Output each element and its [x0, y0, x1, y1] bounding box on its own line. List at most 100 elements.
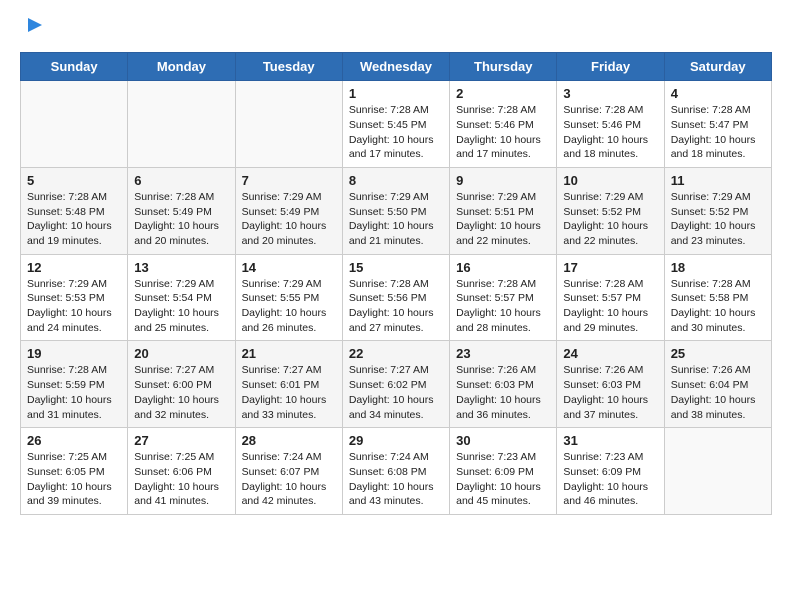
calendar-empty-cell: [664, 428, 771, 515]
day-info: Sunrise: 7:28 AMSunset: 5:57 PMDaylight:…: [456, 277, 550, 336]
calendar-empty-cell: [128, 81, 235, 168]
calendar-day-13: 13 Sunrise: 7:29 AMSunset: 5:54 PMDayligh…: [128, 254, 235, 341]
day-info: Sunrise: 7:28 AMSunset: 5:58 PMDaylight:…: [671, 277, 765, 336]
day-info: Sunrise: 7:24 AMSunset: 6:07 PMDaylight:…: [242, 450, 336, 509]
day-number: 1: [349, 86, 443, 101]
day-info: Sunrise: 7:23 AMSunset: 6:09 PMDaylight:…: [456, 450, 550, 509]
day-info: Sunrise: 7:28 AMSunset: 5:46 PMDaylight:…: [456, 103, 550, 162]
day-number: 14: [242, 260, 336, 275]
weekday-header-monday: Monday: [128, 53, 235, 81]
day-number: 19: [27, 346, 121, 361]
weekday-header-tuesday: Tuesday: [235, 53, 342, 81]
day-info: Sunrise: 7:24 AMSunset: 6:08 PMDaylight:…: [349, 450, 443, 509]
day-number: 20: [134, 346, 228, 361]
calendar-day-23: 23 Sunrise: 7:26 AMSunset: 6:03 PMDayligh…: [450, 341, 557, 428]
day-info: Sunrise: 7:28 AMSunset: 5:47 PMDaylight:…: [671, 103, 765, 162]
calendar-day-24: 24Sunrise: 7:26 AMSunset: 6:03 PMDayligh…: [557, 341, 664, 428]
logo-arrow-icon: [24, 14, 46, 36]
day-number: 28: [242, 433, 336, 448]
day-number: 2: [456, 86, 550, 101]
calendar-table: SundayMondayTuesdayWednesdayThursdayFrid…: [20, 52, 772, 515]
calendar-day-1: 1 Sunrise: 7:28 AMSunset: 5:45 PMDaylight…: [342, 81, 449, 168]
day-number: 17: [563, 260, 657, 275]
day-number: 7: [242, 173, 336, 188]
header: [20, 18, 772, 42]
calendar-day-11: 11 Sunrise: 7:29 AMSunset: 5:52 PMDayligh…: [664, 167, 771, 254]
calendar-day-6: 6 Sunrise: 7:28 AMSunset: 5:49 PMDaylight…: [128, 167, 235, 254]
day-info: Sunrise: 7:29 AMSunset: 5:55 PMDaylight:…: [242, 277, 336, 336]
day-info: Sunrise: 7:28 AMSunset: 5:48 PMDaylight:…: [27, 190, 121, 249]
calendar-day-5: 5 Sunrise: 7:28 AMSunset: 5:48 PMDaylight…: [21, 167, 128, 254]
calendar-day-12: 12 Sunrise: 7:29 AMSunset: 5:53 PMDayligh…: [21, 254, 128, 341]
day-info: Sunrise: 7:29 AMSunset: 5:52 PMDaylight:…: [563, 190, 657, 249]
day-number: 21: [242, 346, 336, 361]
day-info: Sunrise: 7:29 AMSunset: 5:50 PMDaylight:…: [349, 190, 443, 249]
calendar-day-7: 7Sunrise: 7:29 AMSunset: 5:49 PMDaylight…: [235, 167, 342, 254]
day-info: Sunrise: 7:29 AMSunset: 5:54 PMDaylight:…: [134, 277, 228, 336]
day-number: 29: [349, 433, 443, 448]
calendar-week-row: 1 Sunrise: 7:28 AMSunset: 5:45 PMDaylight…: [21, 81, 772, 168]
day-info: Sunrise: 7:28 AMSunset: 5:45 PMDaylight:…: [349, 103, 443, 162]
day-number: 25: [671, 346, 765, 361]
calendar-day-9: 9Sunrise: 7:29 AMSunset: 5:51 PMDaylight…: [450, 167, 557, 254]
day-info: Sunrise: 7:29 AMSunset: 5:53 PMDaylight:…: [27, 277, 121, 336]
day-number: 23: [456, 346, 550, 361]
day-number: 5: [27, 173, 121, 188]
day-info: Sunrise: 7:23 AMSunset: 6:09 PMDaylight:…: [563, 450, 657, 509]
calendar-week-row: 26Sunrise: 7:25 AMSunset: 6:05 PMDayligh…: [21, 428, 772, 515]
calendar-day-16: 16 Sunrise: 7:28 AMSunset: 5:57 PMDayligh…: [450, 254, 557, 341]
calendar-day-22: 22Sunrise: 7:27 AMSunset: 6:02 PMDayligh…: [342, 341, 449, 428]
day-info: Sunrise: 7:27 AMSunset: 6:01 PMDaylight:…: [242, 363, 336, 422]
day-info: Sunrise: 7:26 AMSunset: 6:04 PMDaylight:…: [671, 363, 765, 422]
calendar-day-8: 8 Sunrise: 7:29 AMSunset: 5:50 PMDaylight…: [342, 167, 449, 254]
calendar-day-20: 20 Sunrise: 7:27 AMSunset: 6:00 PMDayligh…: [128, 341, 235, 428]
calendar-day-15: 15 Sunrise: 7:28 AMSunset: 5:56 PMDayligh…: [342, 254, 449, 341]
calendar-day-10: 10 Sunrise: 7:29 AMSunset: 5:52 PMDayligh…: [557, 167, 664, 254]
day-number: 24: [563, 346, 657, 361]
day-number: 3: [563, 86, 657, 101]
calendar-week-row: 12 Sunrise: 7:29 AMSunset: 5:53 PMDayligh…: [21, 254, 772, 341]
calendar-week-row: 19 Sunrise: 7:28 AMSunset: 5:59 PMDayligh…: [21, 341, 772, 428]
day-info: Sunrise: 7:26 AMSunset: 6:03 PMDaylight:…: [456, 363, 550, 422]
calendar-day-18: 18 Sunrise: 7:28 AMSunset: 5:58 PMDayligh…: [664, 254, 771, 341]
day-info: Sunrise: 7:25 AMSunset: 6:06 PMDaylight:…: [134, 450, 228, 509]
day-info: Sunrise: 7:29 AMSunset: 5:51 PMDaylight:…: [456, 190, 550, 249]
calendar-day-19: 19 Sunrise: 7:28 AMSunset: 5:59 PMDayligh…: [21, 341, 128, 428]
calendar-day-4: 4 Sunrise: 7:28 AMSunset: 5:47 PMDaylight…: [664, 81, 771, 168]
day-info: Sunrise: 7:28 AMSunset: 5:56 PMDaylight:…: [349, 277, 443, 336]
day-number: 15: [349, 260, 443, 275]
day-number: 16: [456, 260, 550, 275]
calendar-day-2: 2 Sunrise: 7:28 AMSunset: 5:46 PMDaylight…: [450, 81, 557, 168]
day-number: 6: [134, 173, 228, 188]
day-info: Sunrise: 7:27 AMSunset: 6:00 PMDaylight:…: [134, 363, 228, 422]
calendar-day-26: 26Sunrise: 7:25 AMSunset: 6:05 PMDayligh…: [21, 428, 128, 515]
calendar-day-31: 31Sunrise: 7:23 AMSunset: 6:09 PMDayligh…: [557, 428, 664, 515]
day-info: Sunrise: 7:28 AMSunset: 5:59 PMDaylight:…: [27, 363, 121, 422]
calendar-day-3: 3 Sunrise: 7:28 AMSunset: 5:46 PMDaylight…: [557, 81, 664, 168]
weekday-header-wednesday: Wednesday: [342, 53, 449, 81]
day-info: Sunrise: 7:28 AMSunset: 5:57 PMDaylight:…: [563, 277, 657, 336]
day-number: 10: [563, 173, 657, 188]
day-info: Sunrise: 7:29 AMSunset: 5:52 PMDaylight:…: [671, 190, 765, 249]
day-number: 4: [671, 86, 765, 101]
day-info: Sunrise: 7:25 AMSunset: 6:05 PMDaylight:…: [27, 450, 121, 509]
day-number: 18: [671, 260, 765, 275]
day-number: 11: [671, 173, 765, 188]
day-info: Sunrise: 7:27 AMSunset: 6:02 PMDaylight:…: [349, 363, 443, 422]
weekday-header-sunday: Sunday: [21, 53, 128, 81]
day-number: 27: [134, 433, 228, 448]
day-info: Sunrise: 7:28 AMSunset: 5:46 PMDaylight:…: [563, 103, 657, 162]
calendar-day-17: 17 Sunrise: 7:28 AMSunset: 5:57 PMDayligh…: [557, 254, 664, 341]
calendar-day-25: 25 Sunrise: 7:26 AMSunset: 6:04 PMDayligh…: [664, 341, 771, 428]
day-info: Sunrise: 7:28 AMSunset: 5:49 PMDaylight:…: [134, 190, 228, 249]
calendar-empty-cell: [235, 81, 342, 168]
weekday-header-row: SundayMondayTuesdayWednesdayThursdayFrid…: [21, 53, 772, 81]
weekday-header-saturday: Saturday: [664, 53, 771, 81]
logo: [20, 18, 46, 42]
weekday-header-thursday: Thursday: [450, 53, 557, 81]
page-container: SundayMondayTuesdayWednesdayThursdayFrid…: [0, 0, 792, 533]
weekday-header-friday: Friday: [557, 53, 664, 81]
day-number: 8: [349, 173, 443, 188]
day-number: 13: [134, 260, 228, 275]
day-number: 12: [27, 260, 121, 275]
